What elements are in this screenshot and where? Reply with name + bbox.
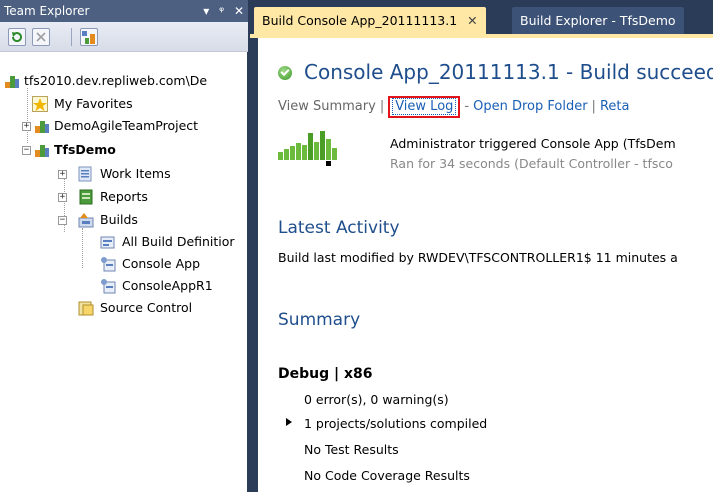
tree-node-reports[interactable]: Reports xyxy=(70,186,247,208)
action-separator: | xyxy=(379,99,385,114)
close-tab-icon[interactable]: ✕ xyxy=(467,7,477,34)
build-history-bar[interactable] xyxy=(290,146,295,160)
work-items-label: Work Items xyxy=(100,166,171,181)
tree-node-console-app[interactable]: Console App xyxy=(88,253,247,275)
tree-node-project-tfsdemo[interactable]: TfsDemo xyxy=(20,139,247,161)
refresh-icon xyxy=(11,32,22,43)
projects-compiled-text[interactable]: 1 projects/solutions compiled xyxy=(304,416,487,431)
build-history-bar[interactable] xyxy=(284,149,289,160)
view-summary-link[interactable]: View Summary xyxy=(278,99,376,114)
work-items-icon xyxy=(78,166,92,182)
tree-node-source-control[interactable]: Source Control xyxy=(70,297,247,319)
favorites-label: My Favorites xyxy=(54,96,133,111)
build-history-bar[interactable] xyxy=(320,131,325,160)
collapse-toggle[interactable]: − xyxy=(58,216,67,225)
builds-icon xyxy=(78,213,94,228)
tab-label: Build Explorer - TfsDemo xyxy=(520,13,676,28)
console-app-label: Console App xyxy=(122,256,201,271)
tree-node-project-demoagile[interactable]: DemoAgileTeamProject xyxy=(20,115,247,137)
code-coverage-text: No Code Coverage Results xyxy=(304,468,470,483)
dropdown-arrow-icon[interactable]: ▾ xyxy=(203,0,209,22)
tree-node-work-items[interactable]: Work Items xyxy=(70,163,247,185)
test-results-text: No Test Results xyxy=(304,442,399,457)
team-explorer-toolbar xyxy=(0,22,248,52)
stop-button[interactable] xyxy=(32,28,50,46)
current-build-marker xyxy=(326,161,331,166)
latest-activity-heading: Latest Activity xyxy=(278,218,400,238)
source-control-label: Source Control xyxy=(100,300,193,315)
build-duration-text: Ran for 34 seconds (Default Controller -… xyxy=(390,156,673,171)
pin-icon[interactable]: ᵠ xyxy=(219,0,224,22)
view-log-highlight: View Log xyxy=(388,96,461,118)
tree-node-server[interactable]: tfs2010.dev.repliweb.com\De xyxy=(4,70,247,92)
team-project-icon xyxy=(35,145,49,157)
build-definition-icon xyxy=(100,236,115,249)
document-area: Build Console App_20111113.1 ✕ Build Exp… xyxy=(250,0,713,492)
source-control-icon xyxy=(78,301,94,316)
server-label: tfs2010.dev.repliweb.com\De xyxy=(24,73,208,88)
action-separator: | xyxy=(591,99,596,114)
build-history-bar[interactable] xyxy=(278,152,283,160)
errors-warnings-text: 0 error(s), 0 warning(s) xyxy=(304,392,449,407)
team-explorer-tree: tfs2010.dev.repliweb.com\De My Favorites… xyxy=(0,52,247,492)
expand-toggle[interactable]: + xyxy=(58,170,67,179)
build-history-bar[interactable] xyxy=(332,148,337,160)
build-definition-icon xyxy=(101,279,116,294)
team-explorer-titlebar: Team Explorer ▾ ᵠ ✕ xyxy=(0,0,248,22)
build-trigger-text: Administrator triggered Console App (Tfs… xyxy=(390,136,676,151)
build-history-bar[interactable] xyxy=(296,143,301,160)
build-title: Console App_20111113.1 - Build succeed xyxy=(304,60,713,84)
build-history-bar[interactable] xyxy=(302,145,307,160)
summary-heading: Summary xyxy=(278,310,361,330)
document-tabstrip: Build Console App_20111113.1 ✕ Build Exp… xyxy=(250,0,713,34)
team-project-icon xyxy=(82,31,95,44)
build-details-view: Console App_20111113.1 - Build succeed V… xyxy=(258,38,713,492)
retain-link[interactable]: Reta xyxy=(600,99,630,114)
build-succeeded-icon xyxy=(278,66,292,80)
team-project-icon xyxy=(35,121,49,133)
tab-label: Build Console App_20111113.1 xyxy=(262,13,458,28)
star-icon xyxy=(32,96,48,112)
tree-node-builds[interactable]: Builds xyxy=(70,209,247,231)
build-history-bar[interactable] xyxy=(326,139,331,160)
build-history-bar[interactable] xyxy=(314,142,319,160)
project-label: TfsDemo xyxy=(54,142,116,157)
build-history-bar[interactable] xyxy=(308,133,313,160)
reports-label: Reports xyxy=(100,189,148,204)
view-log-link[interactable]: View Log xyxy=(392,98,457,115)
tab-build-explorer[interactable]: Build Explorer - TfsDemo xyxy=(512,7,684,34)
builds-label: Builds xyxy=(100,212,138,227)
stop-icon xyxy=(36,32,46,42)
reports-icon xyxy=(79,189,93,205)
tree-node-all-build-definitions[interactable]: All Build Definitior xyxy=(88,231,247,253)
panel-window-controls: ▾ ᵠ ✕ xyxy=(197,0,244,22)
expand-toggle[interactable]: + xyxy=(58,193,67,202)
action-separator: - xyxy=(464,99,470,114)
console-app-r1-label: ConsoleAppR1 xyxy=(122,278,213,293)
tree-connector xyxy=(82,228,83,268)
tree-node-favorites[interactable]: My Favorites xyxy=(20,93,247,115)
close-icon[interactable]: ✕ xyxy=(234,0,244,22)
configuration-heading: Debug | x86 xyxy=(278,366,373,382)
team-explorer-title: Team Explorer xyxy=(4,4,90,18)
toolbar-separator xyxy=(71,28,72,46)
build-definition-icon xyxy=(101,257,116,272)
tree-node-console-app-r1[interactable]: ConsoleAppR1 xyxy=(88,275,247,297)
build-history-chart xyxy=(278,130,338,166)
latest-activity-text: Build last modified by RWDEV\TFSCONTROLL… xyxy=(278,250,678,265)
refresh-button[interactable] xyxy=(8,28,26,46)
team-explorer-panel: Team Explorer ▾ ᵠ ✕ tfs2010.dev.repliweb… xyxy=(0,0,248,492)
tab-build-console-app[interactable]: Build Console App_20111113.1 ✕ xyxy=(254,7,486,34)
add-existing-project-button[interactable] xyxy=(80,28,98,46)
project-label: DemoAgileTeamProject xyxy=(54,118,199,133)
open-drop-folder-link[interactable]: Open Drop Folder xyxy=(473,99,587,114)
server-icon xyxy=(5,76,19,88)
build-actions-bar: View Summary | View Log - Open Drop Folder | R… xyxy=(278,96,629,118)
expand-arrow-icon[interactable] xyxy=(286,418,292,426)
all-builds-label: All Build Definitior xyxy=(122,234,235,249)
